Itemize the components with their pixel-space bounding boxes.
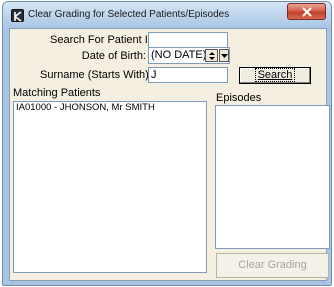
episodes-label: Episodes xyxy=(216,92,262,104)
chevron-down-icon xyxy=(221,54,228,58)
dob-picker[interactable]: (NO DATE) xyxy=(148,47,230,64)
dob-label: Date of Birth: xyxy=(81,50,146,62)
surname-input[interactable]: J xyxy=(148,67,228,83)
title-bar: Clear Grading for Selected Patients/Epis… xyxy=(3,2,331,28)
app-icon xyxy=(11,9,24,22)
patient-id-input[interactable] xyxy=(148,32,228,48)
surname-label: Surname (Starts With): xyxy=(40,69,152,81)
spin-updown-icon xyxy=(209,52,215,60)
dob-dropdown-button[interactable] xyxy=(219,49,229,62)
clear-grading-button[interactable]: Clear Grading xyxy=(216,253,329,278)
close-icon xyxy=(302,7,312,17)
list-item[interactable]: IA01000 - JHONSON, Mr SMITH xyxy=(14,102,206,114)
search-button-label: Search xyxy=(254,68,296,82)
dob-value: (NO DATE) xyxy=(151,49,207,61)
close-button[interactable] xyxy=(287,3,326,20)
dialog-window: Clear Grading for Selected Patients/Epis… xyxy=(2,1,332,286)
dialog-body: Search For Patient ID: Date of Birth: (N… xyxy=(9,28,330,281)
matching-patients-label: Matching Patients xyxy=(13,87,101,99)
patient-id-label: Search For Patient ID: xyxy=(50,34,159,46)
window-title: Clear Grading for Selected Patients/Epis… xyxy=(28,9,230,20)
search-button[interactable]: Search xyxy=(239,67,311,84)
dob-spinner[interactable] xyxy=(205,49,218,62)
episodes-list[interactable] xyxy=(215,105,330,249)
matching-patients-list[interactable]: IA01000 - JHONSON, Mr SMITH xyxy=(13,101,207,273)
